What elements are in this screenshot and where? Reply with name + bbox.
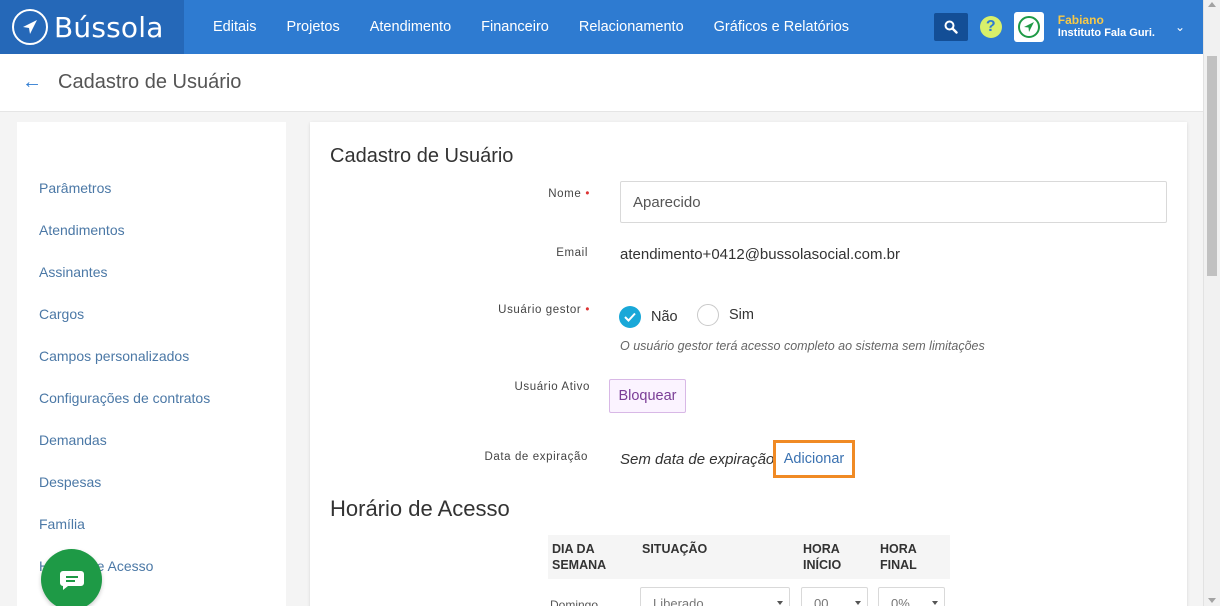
sidebar-item-cargos[interactable]: Cargos — [17, 293, 286, 335]
main-menu: Editais Projetos Atendimento Financeiro … — [198, 19, 864, 35]
search-button[interactable] — [933, 13, 968, 41]
hora-inicio-select[interactable]: 00 — [801, 587, 868, 606]
block-button[interactable]: Bloquear — [609, 379, 686, 413]
sidebar-item-familia[interactable]: Família — [17, 503, 286, 545]
chat-icon — [59, 570, 84, 590]
page-header: ← Cadastro de Usuário — [0, 54, 1203, 112]
required-marker: • — [585, 304, 590, 316]
email-value: atendimento+0412@bussolasocial.com.br — [620, 246, 900, 263]
page-scrollbar[interactable] — [1203, 0, 1220, 606]
sidebar-item-configuracoes-contratos[interactable]: Configurações de contratos — [17, 377, 286, 419]
brand[interactable]: Bússola — [0, 0, 184, 54]
ativo-label: Usuário Ativo — [514, 381, 590, 393]
situacao-select[interactable]: Liberado — [640, 587, 790, 606]
col-hora-inicio: HORA INÍCIO — [799, 535, 876, 579]
add-expiration-link[interactable]: Adicionar — [773, 440, 855, 478]
org-avatar[interactable] — [1013, 12, 1044, 42]
gestor-option-sim: Sim — [729, 307, 754, 323]
nome-label-text: Nome — [548, 188, 582, 200]
settings-sidebar: Parâmetros Atendimentos Assinantes Cargo… — [17, 122, 286, 606]
email-label: Email — [556, 247, 588, 259]
caret-down-icon — [932, 601, 938, 605]
caret-down-icon — [777, 601, 783, 605]
chevron-down-icon[interactable]: ⌄ — [1175, 20, 1185, 34]
row-day-label: Domingo — [550, 598, 599, 606]
nav-item-atendimento[interactable]: Atendimento — [355, 19, 466, 35]
gestor-option-nao: Não — [651, 309, 678, 325]
hora-final-select[interactable]: 0% — [878, 587, 945, 606]
expiracao-label: Data de expiração — [484, 451, 588, 463]
access-section-title: Horário de Acesso — [330, 496, 510, 521]
gestor-radio-nao[interactable]: Não — [619, 306, 678, 328]
top-navbar: Bússola Editais Projetos Atendimento Fin… — [0, 0, 1203, 54]
gestor-label: Usuário gestor • — [498, 304, 590, 316]
brand-name: Bússola — [54, 10, 164, 44]
sidebar-item-demandas[interactable]: Demandas — [17, 419, 286, 461]
gestor-label-text: Usuário gestor — [498, 304, 582, 316]
compass-icon — [1017, 16, 1040, 38]
col-dia-semana: DIA DA SEMANA — [548, 535, 638, 579]
user-name: Fabiano — [1057, 13, 1104, 27]
gestor-hint: O usuário gestor terá acesso completo ao… — [620, 339, 985, 353]
sidebar-item-atendimentos[interactable]: Atendimentos — [17, 209, 286, 251]
user-form-card: Cadastro de Usuário Nome• Email atendime… — [310, 122, 1187, 606]
navbar-actions: ? Fabiano Instituto Fala Guri. ⌄ — [933, 0, 1203, 54]
form-title: Cadastro de Usuário — [330, 145, 514, 167]
nome-label: Nome • — [548, 188, 590, 200]
nav-item-financeiro[interactable]: Financeiro — [466, 19, 564, 35]
sidebar-list: Parâmetros Atendimentos Assinantes Cargo… — [17, 122, 286, 587]
sidebar-item-assinantes[interactable]: Assinantes — [17, 251, 286, 293]
search-icon — [944, 20, 958, 34]
scroll-thumb[interactable] — [1207, 56, 1217, 276]
radio-unchecked-icon — [697, 304, 719, 326]
page-title: Cadastro de Usuário — [58, 71, 242, 93]
required-marker: • — [585, 188, 590, 200]
sidebar-item-campos-personalizados[interactable]: Campos personalizados — [17, 335, 286, 377]
scroll-up-arrow-icon[interactable] — [1208, 2, 1216, 7]
back-arrow-icon[interactable]: ← — [22, 71, 42, 94]
scroll-down-arrow-icon[interactable] — [1208, 598, 1216, 603]
sidebar-item-parametros[interactable]: Parâmetros — [17, 167, 286, 209]
nav-item-graficos-relatorios[interactable]: Gráficos e Relatórios — [699, 19, 864, 35]
chat-button[interactable] — [41, 549, 102, 606]
hora-inicio-value: 00 — [814, 596, 829, 606]
user-menu[interactable]: Fabiano Instituto Fala Guri. — [1058, 14, 1155, 40]
user-org: Instituto Fala Guri. — [1057, 27, 1155, 39]
situacao-select-value: Liberado — [653, 596, 704, 606]
gestor-radio-sim[interactable]: Sim — [697, 304, 754, 326]
hora-final-value: 0% — [891, 596, 910, 606]
help-icon[interactable]: ? — [979, 16, 1002, 38]
access-table: DIA DA SEMANA SITUAÇÃO HORA INÍCIO HORA FIN… — [548, 535, 950, 579]
nav-item-editais[interactable]: Editais — [198, 19, 272, 35]
radio-checked-icon — [619, 306, 641, 328]
sidebar-item-despesas[interactable]: Despesas — [17, 461, 286, 503]
nav-item-relacionamento[interactable]: Relacionamento — [564, 19, 699, 35]
nav-item-projetos[interactable]: Projetos — [272, 19, 355, 35]
caret-down-icon — [855, 601, 861, 605]
expiracao-value: Sem data de expiração — [620, 451, 775, 468]
col-hora-final: HORA FINAL — [876, 535, 950, 579]
compass-logo-icon — [12, 9, 48, 45]
col-situacao: SITUAÇÃO — [638, 535, 799, 579]
nome-input[interactable] — [620, 181, 1167, 223]
